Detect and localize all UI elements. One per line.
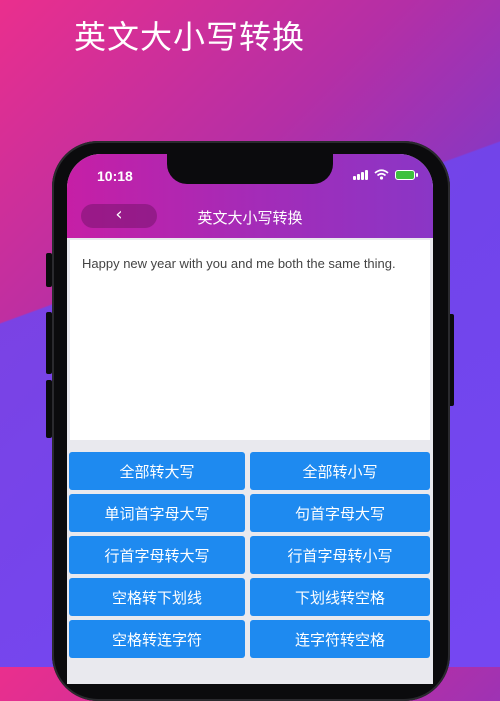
promo-headline: 英文大小写转换 (74, 18, 306, 56)
wifi-icon (374, 169, 389, 180)
battery-charging-icon (395, 169, 418, 180)
line-first-lower-button[interactable]: 行首字母转小写 (250, 536, 430, 574)
status-icons (353, 169, 418, 180)
phone-screen: 10:18 ‹ 英文大小写转换 Happy new year with you … (67, 154, 433, 684)
phone-notch (167, 154, 333, 184)
app-bar: 10:18 ‹ 英文大小写转换 (67, 154, 433, 238)
status-time: 10:18 (97, 168, 133, 184)
hyphen-to-space-button[interactable]: 连字符转空格 (250, 620, 430, 658)
lowercase-all-button[interactable]: 全部转小写 (250, 452, 430, 490)
text-input-area[interactable]: Happy new year with you and me both the … (70, 240, 430, 440)
conversion-button-grid: 全部转大写 全部转小写 单词首字母大写 句首字母大写 行首字母转大写 行首字母转… (69, 452, 431, 658)
underscore-to-space-button[interactable]: 下划线转空格 (250, 578, 430, 616)
page-title: 英文大小写转换 (197, 209, 303, 227)
capitalize-sentence-button[interactable]: 句首字母大写 (250, 494, 430, 532)
capitalize-words-button[interactable]: 单词首字母大写 (69, 494, 245, 532)
space-to-underscore-button[interactable]: 空格转下划线 (69, 578, 245, 616)
signal-bars-icon (353, 169, 368, 180)
uppercase-all-button[interactable]: 全部转大写 (69, 452, 245, 490)
space-to-hyphen-button[interactable]: 空格转连字符 (69, 620, 245, 658)
line-first-upper-button[interactable]: 行首字母转大写 (69, 536, 245, 574)
